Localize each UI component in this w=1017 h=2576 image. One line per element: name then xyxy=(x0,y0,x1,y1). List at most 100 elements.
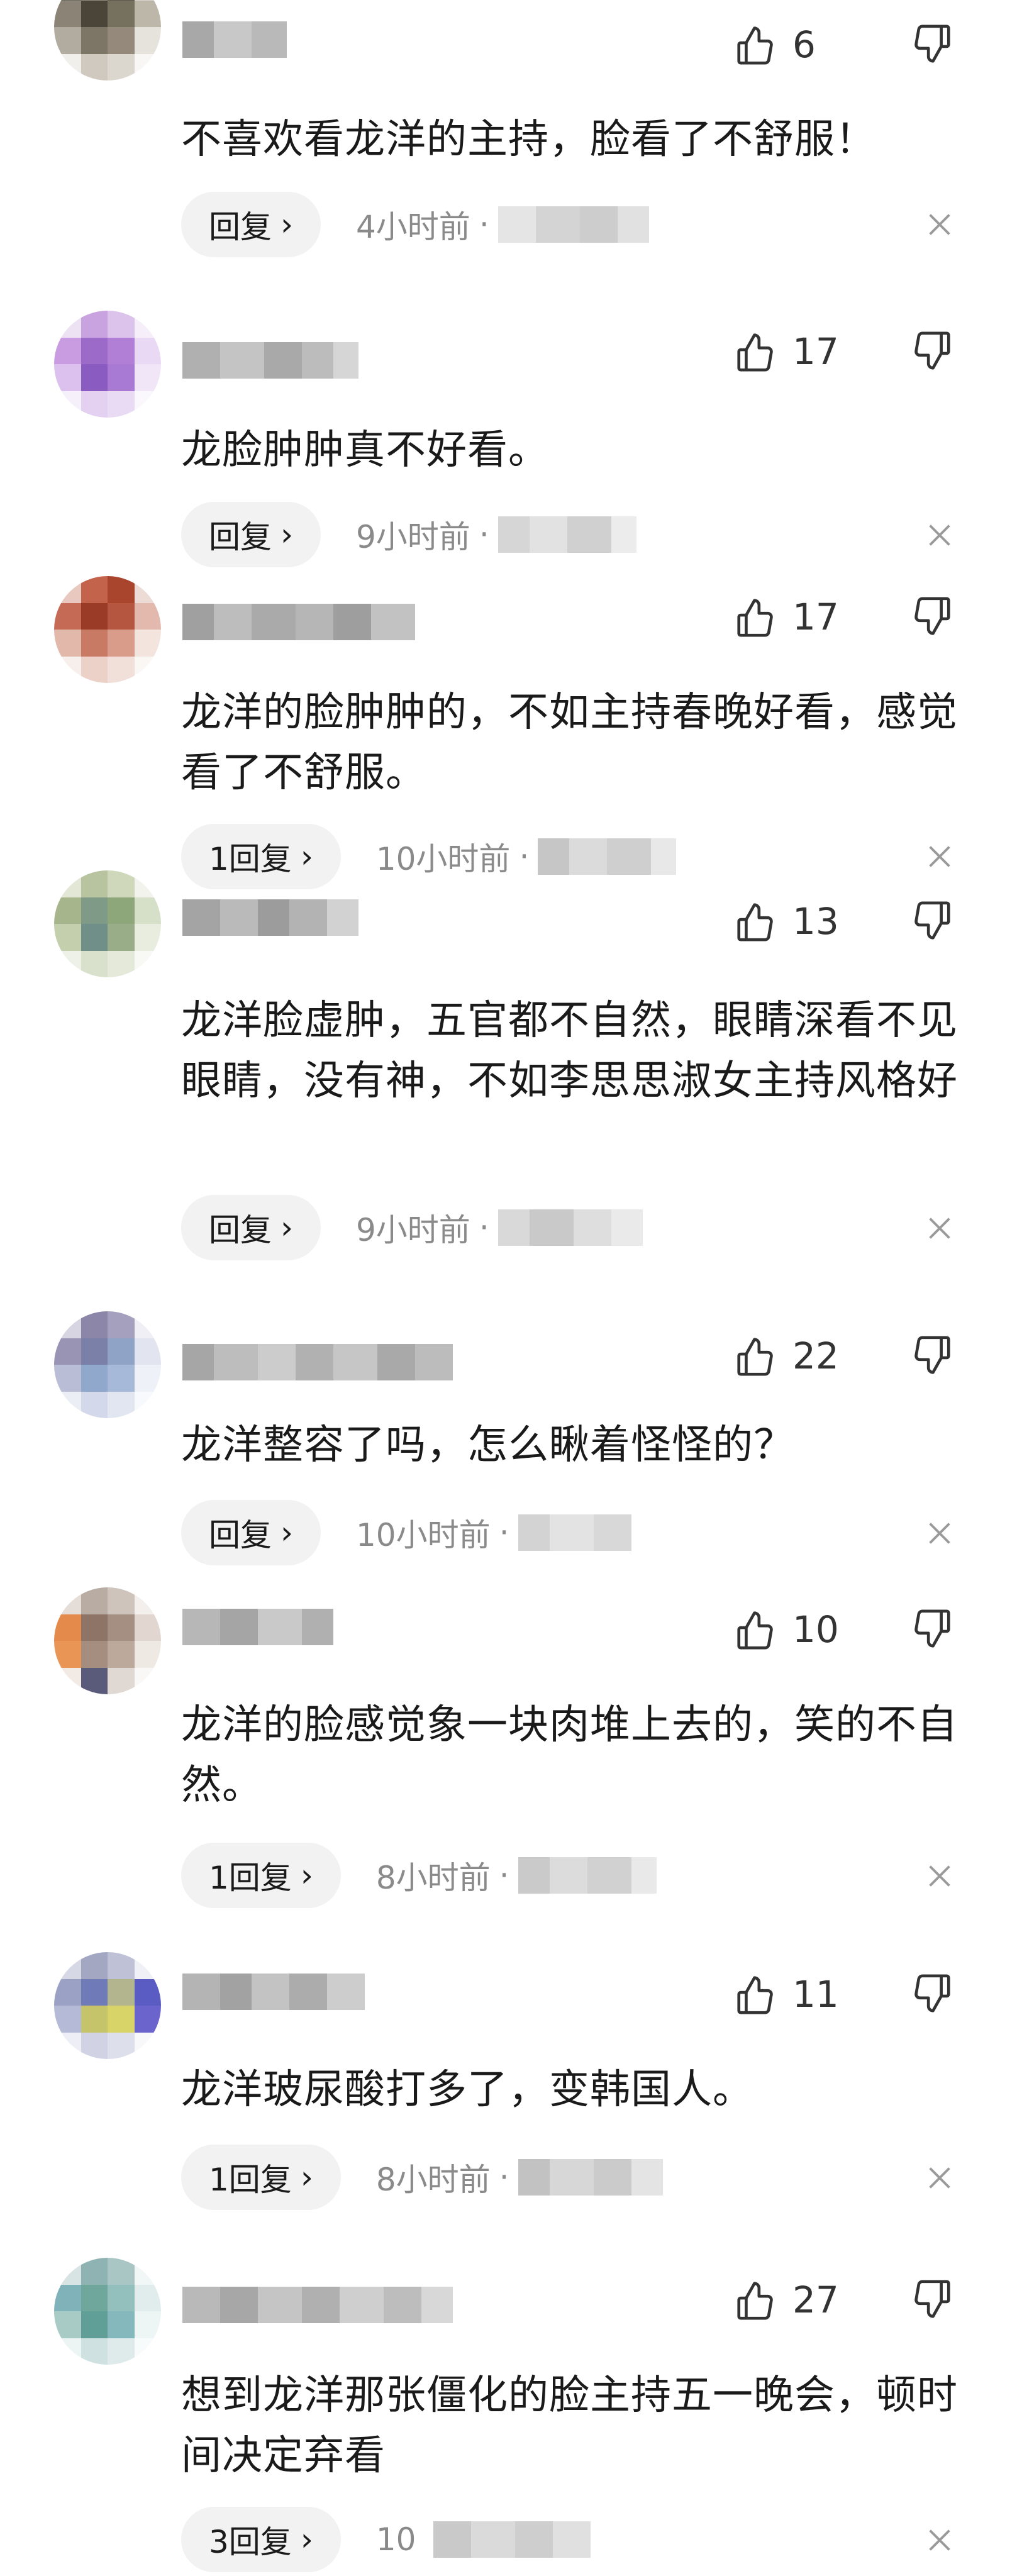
thumbs-up-icon xyxy=(737,333,773,372)
reply-label: 回复 xyxy=(209,209,272,245)
comment-text: 龙洋玻尿酸打多了，变韩国人。 xyxy=(181,2067,753,2113)
comment-text: 龙洋的脸肿肿的，不如主持春晚好看，感觉看了不舒服。 xyxy=(181,689,958,796)
thumbs-down-icon[interactable] xyxy=(910,595,954,639)
reply-button[interactable]: 1回复 › xyxy=(181,824,341,889)
comment-text: 不喜欢看龙洋的主持，脸看了不舒服！ xyxy=(181,116,876,163)
separator-dot: · xyxy=(479,1209,489,1246)
thumbs-up-icon xyxy=(737,2282,773,2320)
like-button[interactable]: 17 xyxy=(733,323,843,380)
timestamp: 9小时前 xyxy=(356,1212,470,1248)
username-blurred[interactable] xyxy=(182,21,287,58)
reply-label: 回复 xyxy=(209,519,272,555)
thumbs-down-icon[interactable] xyxy=(910,1334,954,1378)
chevron-right-icon: › xyxy=(300,2521,313,2558)
like-button[interactable]: 10 xyxy=(733,1601,843,1658)
comment-meta: 回复 › 9小时前 · xyxy=(181,1195,643,1260)
thumbs-up-icon xyxy=(737,1611,773,1650)
username-blurred[interactable] xyxy=(182,1974,365,2010)
timestamp: 10小时前 xyxy=(375,841,511,877)
comment-text: 龙洋整容了吗，怎么瞅着怪怪的？ xyxy=(181,1422,794,1468)
avatar[interactable] xyxy=(54,1311,161,1418)
username-blurred[interactable] xyxy=(182,604,415,640)
reply-label: 3回复 xyxy=(209,2524,292,2560)
chevron-right-icon: › xyxy=(300,838,313,875)
avatar[interactable] xyxy=(54,2258,161,2365)
comment-text: 龙洋的脸感觉象一块肉堆上去的，笑的不自然。 xyxy=(181,1702,958,1809)
comment-text: 龙洋脸虚肿，五官都不自然，眼睛深看不见眼睛，没有神，不如李思思淑女主持风格好 xyxy=(181,997,958,1104)
username-blurred[interactable] xyxy=(182,2287,453,2323)
like-button[interactable]: 13 xyxy=(733,893,843,950)
like-count: 6 xyxy=(792,23,816,66)
close-icon[interactable] xyxy=(925,1519,954,1548)
reply-button[interactable]: 1回复 › xyxy=(181,1843,341,1908)
chevron-right-icon: › xyxy=(281,1514,293,1551)
timestamp: 10小时前 xyxy=(356,1517,491,1553)
avatar[interactable] xyxy=(54,311,161,418)
username-blurred[interactable] xyxy=(182,1609,333,1645)
location-blurred xyxy=(538,838,677,875)
timestamp: 4小时前 xyxy=(356,209,470,245)
comment-meta: 1回复 › 10小时前 · xyxy=(181,824,677,889)
close-icon[interactable] xyxy=(925,2526,954,2555)
comment-meta: 3回复 › 10 xyxy=(181,2507,591,2572)
thumbs-down-icon[interactable] xyxy=(910,1972,954,2016)
separator-dot: · xyxy=(499,2159,509,2196)
comment-text: 龙脸肿肿真不好看。 xyxy=(181,427,549,474)
reply-button[interactable]: 3回复 › xyxy=(181,2507,341,2572)
thumbs-up-icon xyxy=(737,903,773,941)
location-blurred xyxy=(518,1514,631,1551)
thumbs-down-icon[interactable] xyxy=(910,23,954,67)
like-button[interactable]: 11 xyxy=(733,1966,843,2023)
reply-button[interactable]: 回复 › xyxy=(181,1500,321,1565)
thumbs-down-icon[interactable] xyxy=(910,2278,954,2322)
thumbs-down-icon[interactable] xyxy=(910,330,954,374)
avatar[interactable] xyxy=(54,870,161,977)
close-icon[interactable] xyxy=(925,1214,954,1243)
thumbs-down-icon[interactable] xyxy=(910,1607,954,1652)
like-count: 13 xyxy=(792,900,839,943)
separator-dot: · xyxy=(519,838,530,875)
separator-dot: · xyxy=(499,1514,509,1551)
thumbs-down-icon[interactable] xyxy=(910,899,954,943)
avatar[interactable] xyxy=(54,1952,161,2059)
reply-label: 1回复 xyxy=(209,841,292,877)
username-blurred[interactable] xyxy=(182,899,358,936)
like-button[interactable]: 22 xyxy=(733,1328,843,1384)
like-button[interactable]: 27 xyxy=(733,2272,843,2328)
like-button[interactable]: 6 xyxy=(733,16,843,73)
like-count: 27 xyxy=(792,2279,839,2321)
thumbs-up-icon xyxy=(737,1976,773,2014)
chevron-right-icon: › xyxy=(300,1857,313,1894)
like-count: 17 xyxy=(792,330,839,373)
close-icon[interactable] xyxy=(925,210,954,239)
close-icon[interactable] xyxy=(925,842,954,871)
reply-button[interactable]: 回复 › xyxy=(181,1195,321,1260)
reply-button[interactable]: 1回复 › xyxy=(181,2145,341,2210)
like-button[interactable]: 17 xyxy=(733,589,843,645)
like-count: 11 xyxy=(792,1973,839,2016)
timestamp: 10 xyxy=(375,2521,416,2558)
like-count: 17 xyxy=(792,596,839,638)
comment-meta: 回复 › 10小时前 · xyxy=(181,1500,631,1565)
reply-label: 回复 xyxy=(209,1212,272,1248)
comment-meta: 1回复 › 8小时前 · xyxy=(181,2145,663,2210)
chevron-right-icon: › xyxy=(300,2159,313,2196)
username-blurred[interactable] xyxy=(182,1344,453,1380)
close-icon[interactable] xyxy=(925,1862,954,1890)
timestamp: 9小时前 xyxy=(356,519,470,555)
separator-dot: · xyxy=(499,1857,509,1894)
chevron-right-icon: › xyxy=(281,206,293,243)
comment-meta: 回复 › 9小时前 · xyxy=(181,502,636,567)
avatar[interactable] xyxy=(54,576,161,683)
close-icon[interactable] xyxy=(925,521,954,550)
timestamp: 8小时前 xyxy=(375,1860,491,1896)
separator-dot: · xyxy=(479,206,489,243)
username-blurred[interactable] xyxy=(182,342,358,379)
avatar[interactable] xyxy=(54,0,161,80)
reply-button[interactable]: 回复 › xyxy=(181,502,321,567)
avatar[interactable] xyxy=(54,1587,161,1694)
close-icon[interactable] xyxy=(925,2163,954,2192)
reply-button[interactable]: 回复 › xyxy=(181,192,321,257)
thumbs-up-icon xyxy=(737,1338,773,1376)
comment-meta: 1回复 › 8小时前 · xyxy=(181,1843,657,1908)
